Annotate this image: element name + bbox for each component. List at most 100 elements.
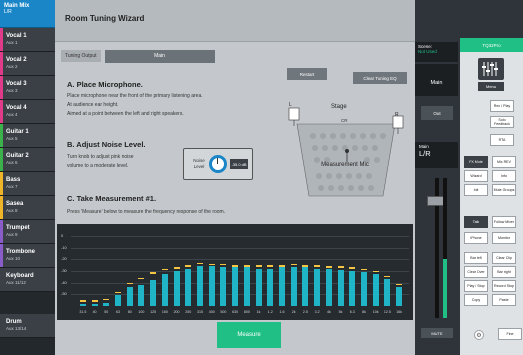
panel-button-mute-groups[interactable]: Mute Groups: [492, 184, 516, 196]
x-tick-label: 500: [220, 310, 227, 314]
channel-12[interactable]: Drum Aux 13/14: [0, 314, 55, 338]
mix-selector[interactable]: Main Mix L/R: [0, 0, 55, 28]
peak-marker: [91, 300, 98, 302]
x-tick-label: 100: [138, 310, 145, 314]
panel-button-mix-rev[interactable]: Mix REV: [492, 156, 516, 168]
panel-button-copy[interactable]: Copy: [464, 294, 488, 306]
response-bar: [220, 267, 227, 306]
channel-2[interactable]: Vocal 2 Aux 2: [0, 52, 55, 76]
peak-marker: [220, 263, 227, 266]
response-bar: [115, 295, 121, 306]
x-tick-label: 1.2: [267, 310, 273, 314]
peak-marker: [161, 268, 168, 271]
response-bar: [150, 280, 157, 306]
x-tick-label: 80: [127, 310, 132, 314]
mixer-logo-icon: [478, 58, 504, 80]
response-bar: [208, 266, 215, 306]
channel-1[interactable]: Vocal 1 Aux 1: [0, 28, 55, 52]
y-tick-label: -10: [61, 244, 67, 250]
x-tick-label: 3.2: [314, 310, 320, 314]
channel-name: Vocal 2: [6, 57, 27, 63]
x-tick-label: 63: [116, 310, 120, 314]
panel-button-init[interactable]: Init: [464, 184, 488, 196]
channel-color-bar: [0, 76, 3, 99]
panel-button-fine[interactable]: Fine: [498, 328, 522, 340]
panel-button-rta[interactable]: RTA: [490, 134, 514, 146]
channel-color-bar: [0, 124, 3, 147]
panel-button-bar-left[interactable]: Bar left: [464, 252, 488, 264]
channel-color-bar: [0, 172, 3, 195]
panel-button-record-stop[interactable]: Record Stop: [492, 280, 516, 292]
x-tick-label: 50: [104, 310, 109, 314]
channel-sub: Aux 9: [6, 232, 18, 237]
channel-8[interactable]: Sasea Aux 8: [0, 196, 55, 220]
tuning-output-label: Tuning Output: [61, 50, 101, 62]
panel-button-clear-clip[interactable]: Clear Clip: [492, 252, 516, 264]
channel-sub: Aux 10: [6, 256, 21, 261]
channel-4[interactable]: Vocal 4 Aux 4: [0, 100, 55, 124]
out-button[interactable]: Out: [421, 106, 453, 120]
channel-11[interactable]: Keyboard Aux 11/12: [0, 268, 55, 292]
panel-button-bar-right[interactable]: Bar right: [492, 266, 516, 278]
channel-sub: Aux 8: [6, 208, 18, 213]
panel-button-iphone[interactable]: iPhone: [464, 232, 488, 244]
x-tick-label: 315: [197, 310, 203, 314]
level-meter: [443, 178, 447, 318]
menu-button[interactable]: Menu: [478, 82, 504, 91]
clear-tuning-eq-button[interactable]: Clear Tuning EQ: [353, 72, 407, 84]
panel-button-fx-mute[interactable]: FX Mute: [464, 156, 488, 168]
channel-10[interactable]: Trombone Aux 10: [0, 244, 55, 268]
peak-marker: [79, 300, 86, 302]
panel-button-wizard[interactable]: Wizard: [464, 170, 488, 182]
channel-color-bar: [0, 100, 3, 123]
channel-7[interactable]: Bass Aux 7: [0, 172, 55, 196]
panel-button-talk[interactable]: Talk: [464, 216, 488, 228]
panel-button-play-stop[interactable]: Play / Stop: [464, 280, 488, 292]
mute-button[interactable]: MUTE: [421, 328, 453, 338]
meter-level: [443, 259, 447, 318]
channel-sub: Aux 6: [6, 160, 18, 165]
x-tick-label: 4k: [326, 310, 331, 314]
peak-marker: [384, 275, 391, 278]
channel-color-bar: [0, 52, 3, 75]
tuning-output-row: Tuning Output Main: [55, 46, 415, 66]
channel-name: Vocal 4: [6, 105, 27, 111]
restart-button[interactable]: Restart: [287, 68, 327, 80]
y-tick-label: -40: [61, 279, 67, 285]
panel-button-info[interactable]: Info: [492, 170, 516, 182]
panel-button-solo-feedback[interactable]: Solo Feedback: [490, 116, 514, 128]
section-c-heading: C. Take Measurement #1.: [67, 194, 157, 203]
noise-level-knob[interactable]: [209, 155, 227, 173]
frequency-response-graph: 0 -10 -20 -30 -40 -50 31.5 40 50 63 80 100 125 160 200…: [57, 224, 413, 320]
channel-name: Keyboard: [6, 273, 34, 279]
channel-6[interactable]: Guitar 2 Aux 6: [0, 148, 55, 172]
tuning-output-select[interactable]: Main: [104, 49, 215, 63]
panel-button-monitor[interactable]: Monitor: [492, 232, 516, 244]
response-bar: [372, 274, 379, 306]
channel-color-bar: [0, 148, 3, 171]
peak-marker: [243, 265, 250, 267]
peak-marker: [138, 277, 145, 280]
noise-level-label: Noise Level: [193, 158, 205, 169]
settings-icon[interactable]: ⚙: [474, 330, 484, 340]
panel-button-paste[interactable]: Paste: [492, 294, 516, 306]
response-bar: [161, 274, 168, 306]
channel-9[interactable]: Trumpet Aux 9: [0, 220, 55, 244]
y-tick-label: -50: [61, 291, 67, 297]
panel-button-clear-over[interactable]: Clear Over: [464, 266, 488, 278]
channel-sub: Aux 7: [6, 184, 18, 189]
channel-5[interactable]: Guitar 1 Aux 5: [0, 124, 55, 148]
panel-button-rec-play[interactable]: Rec / Play: [490, 100, 514, 112]
response-bar: [267, 268, 274, 306]
measure-button[interactable]: Measure: [217, 322, 281, 348]
response-bar: [138, 284, 145, 306]
peak-marker: [126, 282, 133, 285]
y-tick-label: -20: [61, 256, 67, 262]
channel-name: Sasea: [6, 201, 24, 207]
scene-display[interactable]: Scene: Not Used: [415, 42, 458, 62]
panel-button-follow-mixer[interactable]: Follow Mixer: [492, 216, 516, 228]
peak-marker: [361, 268, 367, 271]
response-bar: [349, 270, 356, 306]
channel-3[interactable]: Vocal 3 Aux 3: [0, 76, 55, 100]
response-bar: [361, 272, 367, 306]
